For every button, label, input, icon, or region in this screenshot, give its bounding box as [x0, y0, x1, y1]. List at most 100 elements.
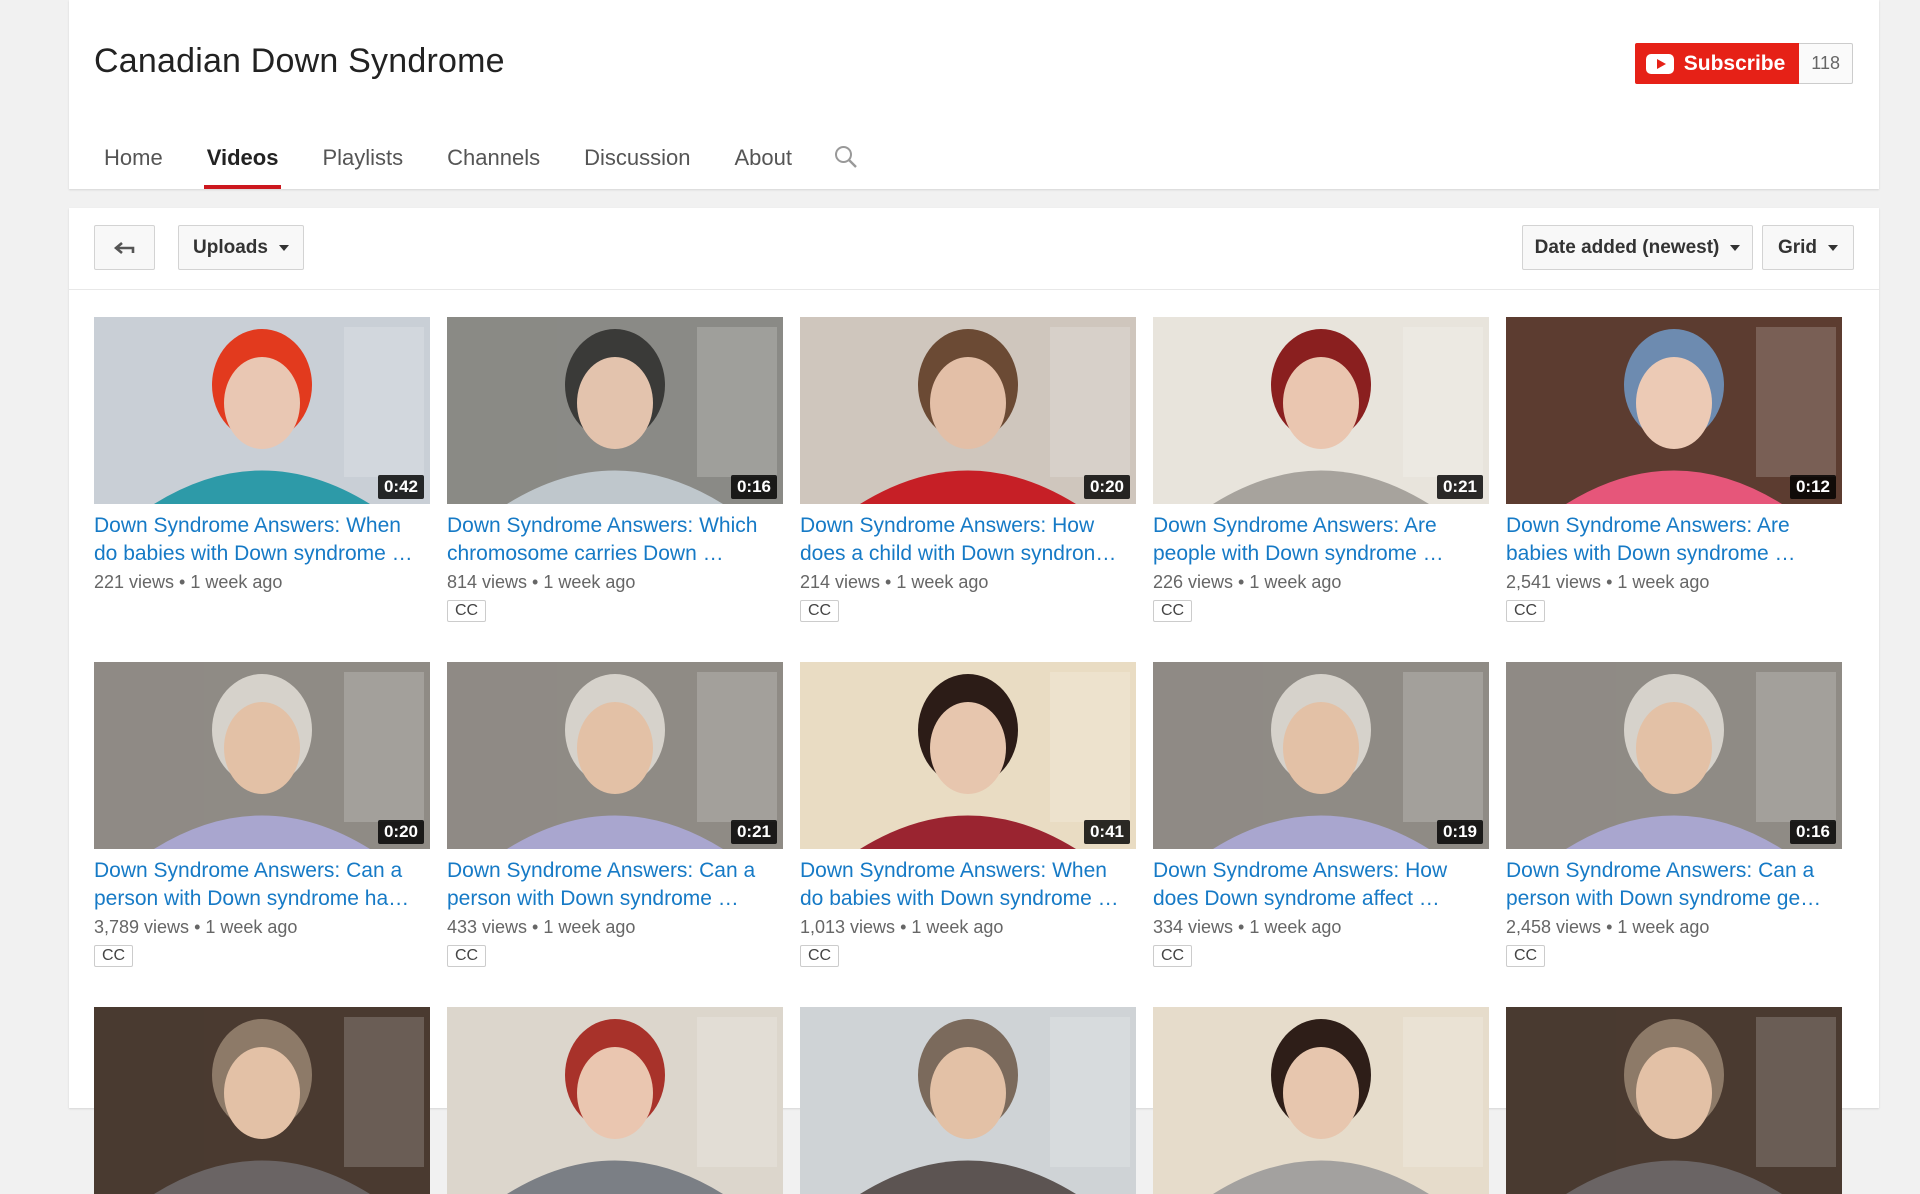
video-meta: 1,013 views • 1 week ago — [800, 917, 1136, 938]
video-card: 0:42 Down Syndrome Answers: When do babie… — [94, 317, 430, 593]
video-card: 0:20 Down Syndrome Answers: Can a person … — [94, 662, 430, 967]
video-thumbnail[interactable]: 0:16 — [1506, 662, 1842, 849]
video-thumbnail[interactable]: 0:21 — [1153, 317, 1489, 504]
video-card — [94, 1007, 430, 1194]
video-views: 2,541 views — [1506, 572, 1602, 592]
video-meta: 2,458 views • 1 week ago — [1506, 917, 1842, 938]
tab-discussion[interactable]: Discussion — [565, 138, 709, 189]
cc-badge: CC — [447, 945, 487, 967]
cc-badge: CC — [94, 945, 134, 967]
video-views: 1,013 views — [800, 917, 896, 937]
video-duration: 0:12 — [1789, 475, 1836, 499]
tab-about[interactable]: About — [715, 138, 811, 189]
video-title-link[interactable]: Down Syndrome Answers: Can a person with… — [447, 857, 783, 913]
channel-tabs: Home Videos Playlists Channels Discussio… — [85, 138, 873, 189]
search-icon[interactable] — [817, 138, 873, 189]
video-title-link[interactable]: Down Syndrome Answers: Are people with D… — [1153, 512, 1489, 568]
meta-separator: • — [527, 917, 544, 937]
subscribe-label: Subscribe — [1683, 51, 1786, 75]
cc-badge: CC — [800, 945, 840, 967]
chevron-down-icon — [1730, 244, 1741, 251]
video-age: 1 week ago — [190, 572, 283, 592]
chevron-down-icon — [278, 244, 289, 251]
youtube-play-icon — [1645, 53, 1674, 74]
video-title-link[interactable]: Down Syndrome Answers: Can a person with… — [1506, 857, 1842, 913]
video-meta: 814 views • 1 week ago — [447, 572, 783, 593]
video-duration: 0:16 — [730, 475, 777, 499]
sort-dropdown[interactable]: Date added (newest) — [1522, 225, 1753, 270]
back-button[interactable] — [94, 225, 155, 270]
video-views: 2,458 views — [1506, 917, 1602, 937]
meta-separator: • — [189, 917, 206, 937]
meta-separator: • — [1601, 917, 1618, 937]
video-age: 1 week ago — [896, 572, 989, 592]
video-duration: 0:41 — [1083, 820, 1130, 844]
video-card: 0:16 Down Syndrome Answers: Which chromos… — [447, 317, 783, 622]
uploads-dropdown[interactable]: Uploads — [178, 225, 304, 270]
video-views: 214 views — [800, 572, 881, 592]
video-card — [1153, 1007, 1489, 1194]
tab-home[interactable]: Home — [85, 138, 182, 189]
video-thumbnail[interactable]: 0:20 — [800, 317, 1136, 504]
meta-separator: • — [174, 572, 191, 592]
video-title-link[interactable]: Down Syndrome Answers: How does Down syn… — [1153, 857, 1489, 913]
video-views: 334 views — [1153, 917, 1234, 937]
video-duration: 0:19 — [1436, 820, 1483, 844]
video-title-link[interactable]: Down Syndrome Answers: How does a child … — [800, 512, 1136, 568]
video-duration: 0:21 — [1436, 475, 1483, 499]
video-views: 221 views — [94, 572, 175, 592]
video-thumbnail[interactable] — [94, 1007, 430, 1194]
video-age: 1 week ago — [543, 917, 636, 937]
meta-separator: • — [1601, 572, 1618, 592]
video-thumbnail[interactable]: 0:21 — [447, 662, 783, 849]
meta-separator: • — [1233, 572, 1250, 592]
video-thumbnail[interactable] — [447, 1007, 783, 1194]
video-title-link[interactable]: Down Syndrome Answers: Which chromosome … — [447, 512, 783, 568]
video-age: 1 week ago — [1249, 917, 1342, 937]
cc-badge: CC — [447, 600, 487, 622]
video-views: 433 views — [447, 917, 528, 937]
meta-separator: • — [1233, 917, 1250, 937]
video-duration: 0:16 — [1789, 820, 1836, 844]
back-arrow-icon — [113, 241, 134, 254]
video-meta: 3,789 views • 1 week ago — [94, 917, 430, 938]
meta-separator: • — [527, 572, 544, 592]
video-thumbnail[interactable]: 0:12 — [1506, 317, 1842, 504]
video-thumbnail[interactable] — [1506, 1007, 1842, 1194]
video-views: 226 views — [1153, 572, 1234, 592]
view-dropdown[interactable]: Grid — [1762, 225, 1854, 270]
video-thumbnail[interactable] — [1153, 1007, 1489, 1194]
video-meta: 214 views • 1 week ago — [800, 572, 1136, 593]
video-card: 0:21 Down Syndrome Answers: Can a person … — [447, 662, 783, 967]
video-card: 0:16 Down Syndrome Answers: Can a person … — [1506, 662, 1842, 967]
video-card: 0:20 Down Syndrome Answers: How does a ch… — [800, 317, 1136, 622]
video-thumbnail[interactable]: 0:42 — [94, 317, 430, 504]
video-views: 814 views — [447, 572, 528, 592]
video-duration: 0:21 — [730, 820, 777, 844]
cc-badge: CC — [1506, 600, 1546, 622]
video-thumbnail[interactable]: 0:20 — [94, 662, 430, 849]
tab-videos[interactable]: Videos — [188, 138, 298, 189]
video-meta: 433 views • 1 week ago — [447, 917, 783, 938]
video-thumbnail[interactable]: 0:41 — [800, 662, 1136, 849]
video-age: 1 week ago — [205, 917, 298, 937]
tab-channels[interactable]: Channels — [428, 138, 559, 189]
video-title-link[interactable]: Down Syndrome Answers: Are babies with D… — [1506, 512, 1842, 568]
video-age: 1 week ago — [1249, 572, 1342, 592]
video-title-link[interactable]: Down Syndrome Answers: When do babies wi… — [800, 857, 1136, 913]
sort-label: Date added (newest) — [1534, 236, 1720, 258]
video-meta: 226 views • 1 week ago — [1153, 572, 1489, 593]
video-meta: 221 views • 1 week ago — [94, 572, 430, 593]
subscribe-group: Subscribe 118 — [1634, 43, 1853, 84]
video-thumbnail[interactable]: 0:19 — [1153, 662, 1489, 849]
video-thumbnail[interactable]: 0:16 — [447, 317, 783, 504]
video-card: 0:41 Down Syndrome Answers: When do babie… — [800, 662, 1136, 967]
subscribe-button[interactable]: Subscribe — [1634, 43, 1800, 84]
tab-playlists[interactable]: Playlists — [303, 138, 422, 189]
video-card: 0:21 Down Syndrome Answers: Are people wi… — [1153, 317, 1489, 622]
cc-badge: CC — [800, 600, 840, 622]
video-duration: 0:20 — [1083, 475, 1130, 499]
video-title-link[interactable]: Down Syndrome Answers: When do babies wi… — [94, 512, 430, 568]
video-title-link[interactable]: Down Syndrome Answers: Can a person with… — [94, 857, 430, 913]
video-thumbnail[interactable] — [800, 1007, 1136, 1194]
